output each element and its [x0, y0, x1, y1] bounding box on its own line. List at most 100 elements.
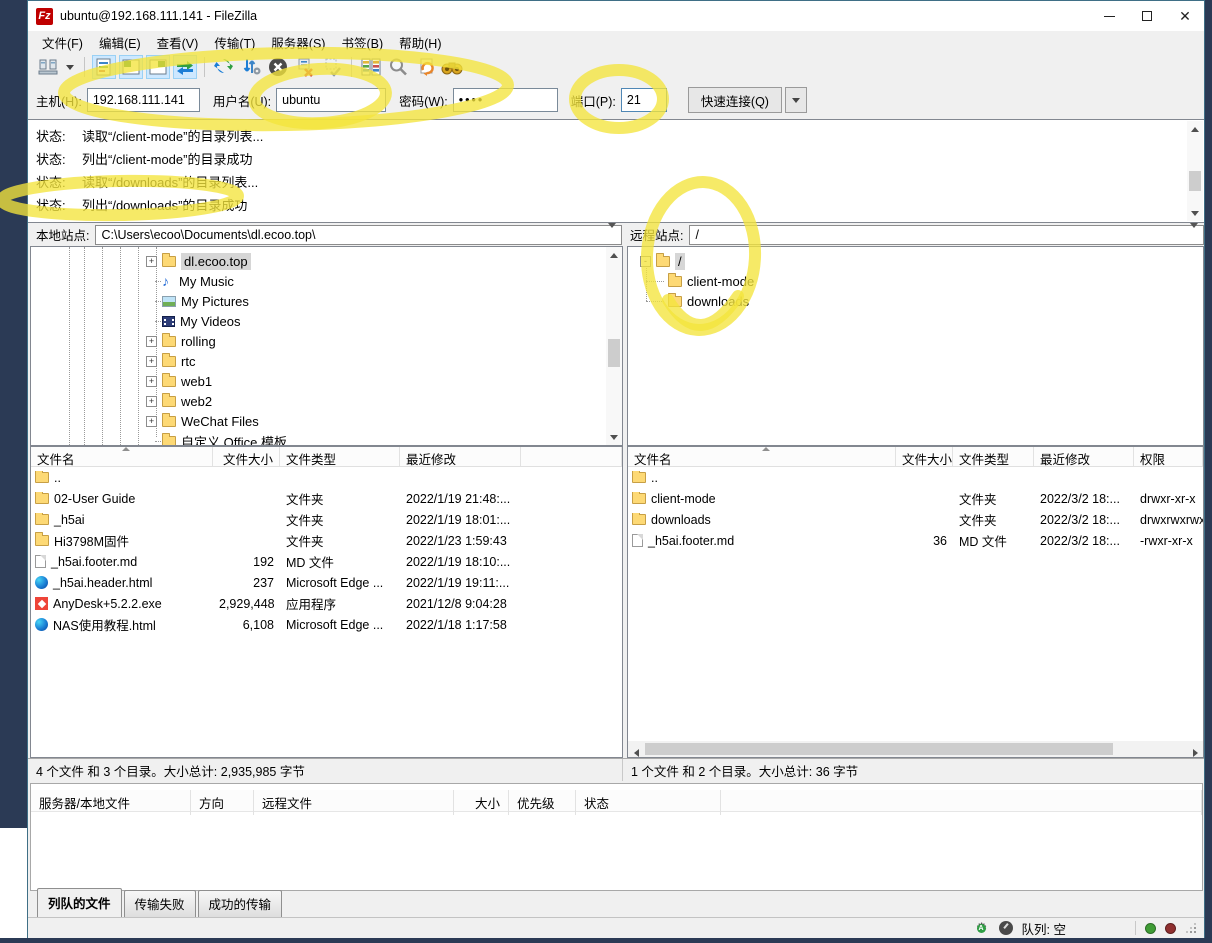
resize-grip[interactable] — [1187, 924, 1196, 933]
menu-edit[interactable]: 编辑(E) — [91, 30, 149, 55]
quickconnect-dropdown[interactable] — [785, 87, 807, 113]
file-row[interactable]: _h5ai.header.html237Microsoft Edge ...20… — [31, 572, 622, 593]
column-server-local-file[interactable]: 服务器/本地文件 — [31, 790, 191, 815]
column-filename[interactable]: 文件名 — [628, 447, 896, 466]
password-input[interactable] — [453, 88, 558, 112]
site-manager-dropdown[interactable] — [63, 55, 77, 79]
password-label: 密码(W): — [399, 91, 448, 110]
quickconnect-button[interactable]: 快速连接(Q) — [688, 87, 782, 113]
column-filetype[interactable]: 文件类型 — [953, 447, 1034, 466]
scroll-down-arrow[interactable] — [1187, 205, 1203, 221]
log-scrollbar[interactable] — [1187, 121, 1203, 221]
file-row[interactable]: downloads文件夹2022/3/2 18:...drwxrwxrwx — [628, 509, 1203, 530]
tab-failed-transfers[interactable]: 传输失败 — [124, 890, 196, 917]
tree-item-wechat-files[interactable]: +WeChat Files — [31, 411, 622, 431]
menu-file[interactable]: 文件(F) — [34, 30, 91, 55]
toggle-local-tree-button[interactable] — [119, 55, 143, 79]
speed-gauge-icon[interactable] — [999, 921, 1013, 935]
file-row[interactable]: _h5ai.footer.md192MD 文件2022/1/19 18:10:.… — [31, 551, 622, 572]
tree-item-rtc[interactable]: +rtc — [31, 351, 622, 371]
disconnect-button[interactable] — [293, 55, 317, 79]
expander-plus[interactable]: + — [146, 416, 157, 427]
column-status[interactable]: 状态 — [576, 790, 721, 815]
expander-plus[interactable]: + — [146, 256, 157, 267]
menu-server[interactable]: 服务器(S) — [263, 30, 333, 55]
minimize-button[interactable] — [1090, 1, 1128, 31]
file-row[interactable]: _h5ai.footer.md36MD 文件2022/3/2 18:...-rw… — [628, 530, 1203, 551]
remote-horizontal-scrollbar[interactable] — [628, 741, 1203, 757]
username-input[interactable] — [276, 88, 386, 112]
tab-queued-files[interactable]: 列队的文件 — [37, 888, 122, 917]
tree-item-web1[interactable]: +web1 — [31, 371, 622, 391]
tree-item-rolling[interactable]: +rolling — [31, 331, 622, 351]
refresh-button[interactable] — [212, 55, 236, 79]
tab-successful-transfers[interactable]: 成功的传输 — [198, 890, 283, 917]
file-row[interactable]: NAS使用教程.html6,108Microsoft Edge ...2022/… — [31, 614, 622, 635]
local-tree-scrollbar[interactable] — [606, 247, 622, 445]
tree-item-my-videos[interactable]: My Videos — [31, 311, 622, 331]
column-permissions[interactable]: 权限 — [1134, 447, 1203, 466]
maximize-button[interactable] — [1128, 1, 1166, 31]
cancel-operation-button[interactable] — [266, 55, 290, 79]
expander-plus[interactable]: + — [146, 396, 157, 407]
file-row[interactable]: 02-User Guide文件夹2022/1/19 21:48:... — [31, 488, 622, 509]
chevron-down-icon — [1190, 223, 1198, 242]
column-direction[interactable]: 方向 — [191, 790, 254, 815]
toggle-remote-tree-button[interactable] — [146, 55, 170, 79]
scroll-right-arrow[interactable] — [1187, 745, 1203, 758]
scroll-up-arrow[interactable] — [606, 247, 622, 263]
close-button[interactable]: ✕ — [1166, 1, 1204, 31]
port-input[interactable] — [621, 88, 667, 112]
scroll-left-arrow[interactable] — [628, 745, 644, 758]
menu-transfer[interactable]: 传输(T) — [206, 30, 263, 55]
refresh-file-search-button[interactable] — [413, 55, 437, 79]
process-queue-button[interactable] — [239, 55, 263, 79]
column-filesize[interactable]: 文件大小 — [896, 447, 953, 466]
column-priority[interactable]: 优先级 — [509, 790, 576, 815]
reconnect-button[interactable] — [320, 55, 344, 79]
auto-transfer-gear-icon[interactable]: ⚙A — [974, 920, 990, 936]
expander-minus[interactable]: - — [640, 256, 651, 267]
menu-view[interactable]: 查看(V) — [149, 30, 207, 55]
file-row[interactable]: _h5ai文件夹2022/1/19 18:01:... — [31, 509, 622, 530]
expander-plus[interactable]: + — [146, 376, 157, 387]
tree-item-my-pictures[interactable]: My Pictures — [31, 291, 622, 311]
column-size[interactable]: 大小 — [454, 790, 509, 815]
file-row[interactable]: client-mode文件夹2022/3/2 18:...drwxr-xr-x — [628, 488, 1203, 509]
host-input[interactable] — [87, 88, 200, 112]
toggle-log-view-button[interactable] — [92, 55, 116, 79]
toggle-transfer-queue-button[interactable] — [173, 55, 197, 79]
file-row[interactable]: .. — [31, 467, 622, 488]
local-site-combo[interactable]: C:\Users\ecoo\Documents\dl.ecoo.top\ — [95, 225, 622, 245]
expander-plus[interactable]: + — [146, 356, 157, 367]
find-files-button[interactable] — [440, 55, 464, 79]
column-modified[interactable]: 最近修改 — [400, 447, 521, 466]
column-remote-file[interactable]: 远程文件 — [254, 790, 454, 815]
column-filename[interactable]: 文件名 — [31, 447, 213, 466]
menu-bookmarks[interactable]: 书签(B) — [333, 30, 391, 55]
synchronized-browsing-button[interactable] — [386, 55, 410, 79]
scrollbar-thumb[interactable] — [645, 743, 1113, 755]
column-filetype[interactable]: 文件类型 — [280, 447, 400, 466]
tree-item-dl-ecoo-top[interactable]: +dl.ecoo.top — [31, 251, 622, 271]
site-manager-button[interactable] — [36, 55, 60, 79]
scroll-down-arrow[interactable] — [606, 429, 622, 445]
directory-compare-button[interactable] — [359, 55, 383, 79]
scrollbar-thumb[interactable] — [1189, 171, 1201, 191]
tree-item-office-templates[interactable]: 自定义 Office 模板 — [31, 431, 622, 446]
scrollbar-thumb[interactable] — [608, 339, 620, 367]
remote-site-combo[interactable]: / — [689, 225, 1204, 245]
tree-item-web2[interactable]: +web2 — [31, 391, 622, 411]
menu-help[interactable]: 帮助(H) — [391, 30, 449, 55]
scroll-up-arrow[interactable] — [1187, 121, 1203, 137]
column-modified[interactable]: 最近修改 — [1034, 447, 1134, 466]
tree-item-downloads[interactable]: downloads — [628, 291, 1203, 311]
file-row[interactable]: .. — [628, 467, 1203, 488]
expander-plus[interactable]: + — [146, 336, 157, 347]
tree-item-my-music[interactable]: ♪My Music — [31, 271, 622, 291]
tree-item-client-mode[interactable]: client-mode — [628, 271, 1203, 291]
file-row[interactable]: Hi3798M固件文件夹2022/1/23 1:59:43 — [31, 530, 622, 551]
column-filesize[interactable]: 文件大小 — [213, 447, 280, 466]
tree-item-root[interactable]: -/ — [628, 251, 1203, 271]
file-row[interactable]: AnyDesk+5.2.2.exe2,929,448应用程序2021/12/8 … — [31, 593, 622, 614]
